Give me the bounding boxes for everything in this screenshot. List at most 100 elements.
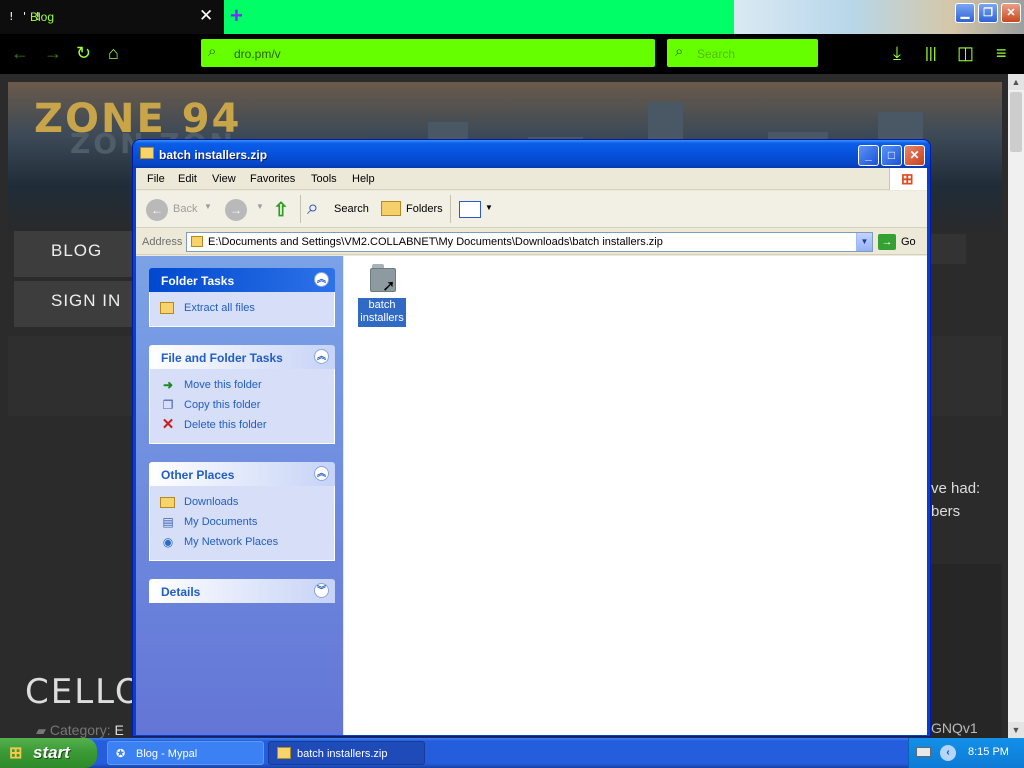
go-button[interactable]: Go: [901, 236, 916, 248]
menu-icon[interactable]: ≡: [996, 43, 1007, 64]
other-places-header[interactable]: Other Places ︽: [149, 462, 335, 486]
place-network-places[interactable]: ◉ My Network Places: [160, 534, 334, 554]
task-label[interactable]: Delete this folder: [184, 419, 267, 431]
menu-view[interactable]: View: [212, 173, 236, 185]
collapse-chevron-icon[interactable]: ︽: [314, 466, 329, 481]
page-info-icon[interactable]: ⌕: [208, 43, 216, 60]
taskbar-button-label: Blog - Mypal: [136, 748, 198, 760]
search-placeholder[interactable]: Search: [697, 47, 735, 61]
place-downloads[interactable]: Downloads: [160, 494, 334, 514]
collapse-chevron-icon[interactable]: ︽: [314, 349, 329, 364]
download-icon[interactable]: ⤓: [893, 43, 901, 64]
menu-help[interactable]: Help: [352, 173, 375, 185]
forward-arrow-icon[interactable]: →: [225, 199, 247, 221]
browser-restore-button[interactable]: ❐: [978, 3, 998, 23]
details-group: Details ︾: [149, 579, 335, 603]
new-tab-button[interactable]: +: [230, 3, 243, 29]
forward-dropdown-icon[interactable]: ▼: [256, 202, 264, 211]
browser-search-box[interactable]: ⌕ Search: [667, 39, 818, 67]
folder-icon: [160, 497, 175, 508]
task-delete-folder[interactable]: ✕ Delete this folder: [160, 417, 334, 437]
task-move-folder[interactable]: ➜ Move this folder: [160, 377, 334, 397]
task-label[interactable]: Move this folder: [184, 379, 262, 391]
explorer-title-bar[interactable]: batch installers.zip _ □ ✕: [133, 140, 930, 168]
folder-tasks-header[interactable]: Folder Tasks ︽: [149, 268, 335, 292]
maximize-button[interactable]: □: [881, 145, 902, 166]
back-button[interactable]: Back: [173, 203, 197, 215]
task-label[interactable]: My Documents: [184, 516, 257, 528]
folders-icon[interactable]: [381, 201, 401, 216]
go-arrow-icon[interactable]: →: [878, 234, 896, 250]
task-copy-folder[interactable]: ❐ Copy this folder: [160, 397, 334, 417]
file-list-pane[interactable]: ➚ batch installers: [344, 256, 927, 735]
url-text[interactable]: dro.pm/v: [234, 47, 281, 61]
browser-close-button[interactable]: ✕: [1001, 3, 1021, 23]
task-label[interactable]: Downloads: [184, 496, 238, 508]
home-icon[interactable]: ⌂: [108, 43, 119, 64]
scroll-up-icon[interactable]: ▲: [1008, 74, 1024, 90]
file-folder-tasks-header[interactable]: File and Folder Tasks ︽: [149, 345, 335, 369]
clock[interactable]: 8:15 PM: [968, 746, 1009, 758]
folders-button[interactable]: Folders: [406, 203, 443, 215]
site-menu-blog[interactable]: BLOG: [14, 231, 136, 277]
menu-tools[interactable]: Tools: [311, 173, 337, 185]
task-extract-all[interactable]: Extract all files: [160, 300, 334, 320]
search-icon[interactable]: ⌕: [307, 196, 319, 220]
site-menu-sign-in[interactable]: SIGN IN: [14, 281, 136, 327]
collapse-chevron-icon[interactable]: ︽: [314, 272, 329, 287]
up-folder-icon[interactable]: ⇧: [273, 199, 295, 221]
page-scrollbar[interactable]: ▲ ▼: [1008, 74, 1024, 738]
folder-icon: ▰: [36, 723, 46, 738]
address-field[interactable]: E:\Documents and Settings\VM2.COLLABNET\…: [186, 232, 873, 252]
sidebar-icon[interactable]: ◫: [957, 43, 974, 64]
menu-file[interactable]: File: [147, 173, 165, 185]
menu-edit[interactable]: Edit: [178, 173, 197, 185]
taskbar-button-blog[interactable]: ✪ Blog - Mypal: [107, 741, 264, 765]
url-bar[interactable]: ⌕ dro.pm/v: [201, 39, 655, 67]
back-dropdown-icon[interactable]: ▼: [204, 202, 212, 211]
menu-favorites[interactable]: Favorites: [250, 173, 295, 185]
address-dropdown-icon[interactable]: ▼: [856, 233, 872, 251]
views-icon[interactable]: [459, 201, 481, 218]
task-pane: Folder Tasks ︽ Extract all files File an…: [136, 256, 343, 735]
site-search-box[interactable]: [930, 234, 966, 264]
menu-bar: File Edit View Favorites Tools Help ⊞: [136, 168, 927, 190]
browser-tab-bar: ! ' ! Blog ✕ + ▁ ❐ ✕: [0, 0, 1024, 34]
keyboard-icon[interactable]: [916, 747, 931, 757]
address-path[interactable]: E:\Documents and Settings\VM2.COLLABNET\…: [208, 236, 663, 248]
show-hidden-icons-icon[interactable]: ‹: [940, 745, 956, 761]
zip-folder-icon: [140, 147, 154, 159]
tab-close-icon[interactable]: ✕: [199, 6, 213, 26]
windows-flag-icon: ⊞: [901, 171, 914, 188]
back-icon[interactable]: ←: [11, 43, 29, 64]
category-value[interactable]: E: [114, 722, 123, 738]
library-icon[interactable]: |||: [925, 45, 937, 62]
details-header[interactable]: Details ︾: [149, 579, 335, 603]
search-button[interactable]: Search: [334, 203, 369, 215]
scroll-down-icon[interactable]: ▼: [1008, 722, 1024, 738]
expand-chevron-icon[interactable]: ︾: [314, 583, 329, 598]
reload-icon[interactable]: ↻: [76, 43, 91, 64]
task-label[interactable]: Extract all files: [184, 302, 255, 314]
browser-minimize-button[interactable]: ▁: [955, 3, 975, 23]
file-name-label[interactable]: batch installers: [358, 298, 406, 327]
back-arrow-icon[interactable]: ←: [146, 199, 168, 221]
scroll-thumb[interactable]: [1010, 92, 1022, 152]
post-text-line: bers: [931, 503, 961, 520]
task-label[interactable]: Copy this folder: [184, 399, 260, 411]
taskbar-button-label: batch installers.zip: [297, 748, 388, 760]
task-label[interactable]: My Network Places: [184, 536, 278, 548]
explorer-window: batch installers.zip _ □ ✕ File Edit Vie…: [132, 139, 931, 737]
place-my-documents[interactable]: ▤ My Documents: [160, 514, 334, 534]
category-label: Category:: [49, 722, 111, 738]
forward-icon[interactable]: →: [44, 43, 62, 64]
browser-tab-blog[interactable]: ! ' ! Blog ✕: [0, 0, 224, 34]
group-title: Other Places: [161, 468, 235, 482]
start-button[interactable]: ⊞ start: [0, 738, 97, 768]
post-text-code: GNQv1: [931, 720, 978, 736]
minimize-button[interactable]: _: [858, 145, 879, 166]
taskbar-button-explorer[interactable]: batch installers.zip: [268, 741, 425, 765]
close-button[interactable]: ✕: [904, 145, 925, 166]
zip-folder-icon: [191, 236, 203, 247]
views-dropdown-icon[interactable]: ▼: [485, 203, 493, 212]
